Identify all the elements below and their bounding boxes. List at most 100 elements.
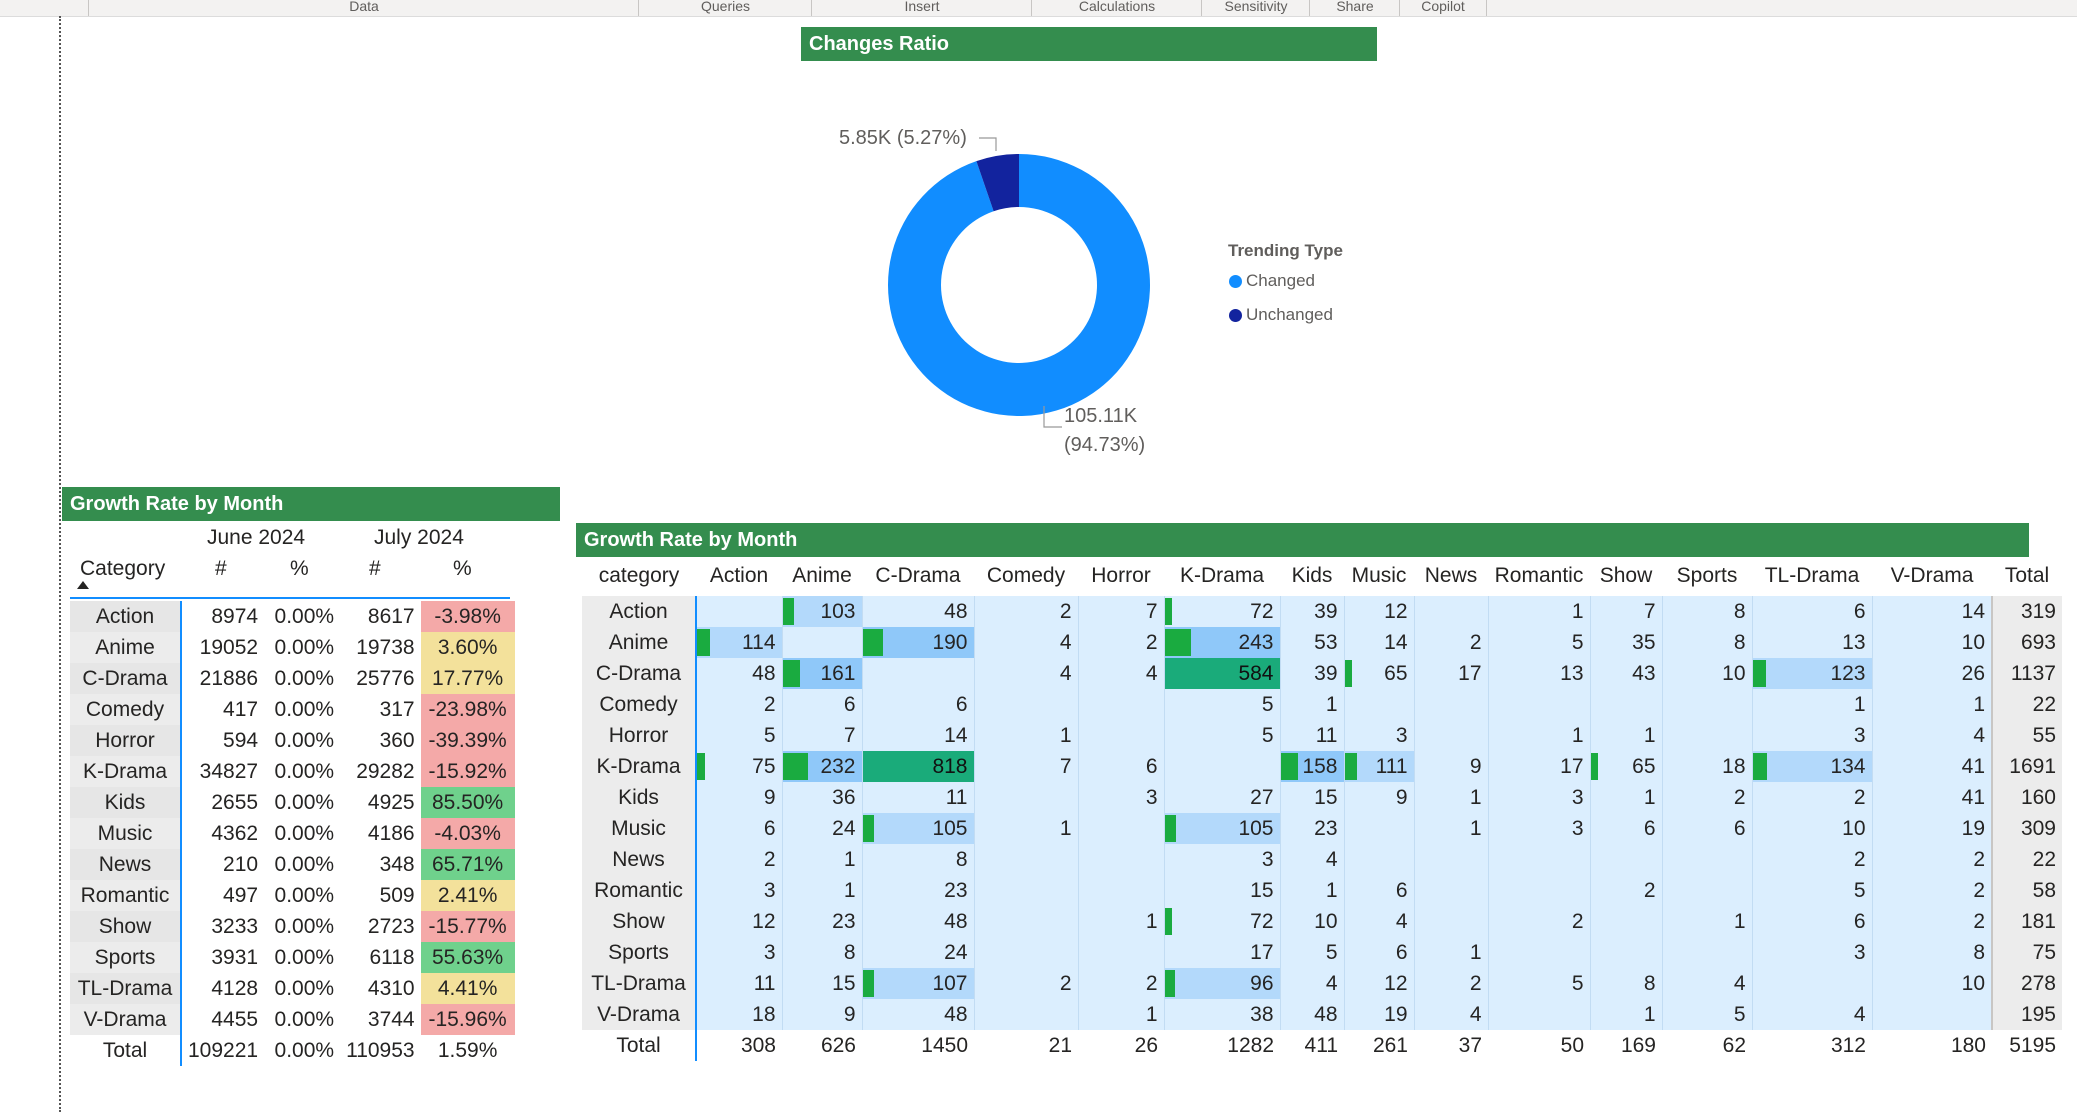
small-header-category[interactable]: Category [80, 557, 165, 581]
ribbon-group-calculations[interactable]: Calculations [1031, 0, 1202, 16]
matrix-cell-value: 4 [1395, 909, 1408, 933]
matrix-col-header[interactable]: Show [1590, 556, 1662, 596]
ribbon-group-share[interactable]: Share [1309, 0, 1400, 16]
small-table-row[interactable]: C-Drama 21886 0.00% 25776 17.77% [70, 663, 515, 694]
small-table-row[interactable]: Anime 19052 0.00% 19738 3.60% [70, 632, 515, 663]
small-table-row[interactable]: Sports 3931 0.00% 6118 55.63% [70, 942, 515, 973]
matrix-cell-value: 818 [932, 754, 968, 778]
matrix-corner-header[interactable]: category [582, 556, 696, 596]
matrix-row[interactable]: V-Drama 18 9 48 1 38 48 19 4 1 5 4 195 [582, 999, 2062, 1030]
matrix-col-header[interactable]: Romantic [1488, 556, 1590, 596]
matrix-cell: 105 [861, 813, 974, 844]
june-count: 417 [223, 697, 259, 721]
june-pct: 0.00% [274, 728, 335, 752]
matrix-cell-value: 2 [763, 692, 776, 716]
matrix-total-row[interactable]: Total 308 626 1450 21 26 1282 411 261 37 50 169 62 31… [582, 1030, 2062, 1061]
small-table-row[interactable]: TL-Drama 4128 0.00% 4310 4.41% [70, 973, 515, 1004]
small-table-row[interactable]: Horror 594 0.00% 360 -39.39% [70, 725, 515, 756]
matrix-row[interactable]: Horror 5 7 14 1 5 11 3 1 1 3 4 55 [582, 720, 2062, 751]
matrix-cell: 2 [1751, 782, 1872, 813]
matrix-col-header[interactable]: TL-Drama [1752, 556, 1872, 596]
matrix-col-header[interactable]: Action [696, 556, 782, 596]
matrix-col-header[interactable]: Sports [1662, 556, 1752, 596]
matrix-cell: 411 [1280, 1030, 1344, 1061]
matrix-cell-value: 103 [820, 599, 856, 623]
ribbon-group-queries[interactable]: Queries [638, 0, 812, 16]
matrix-cell: 232 [781, 751, 862, 782]
small-table-row[interactable]: Music 4362 0.00% 4186 -4.03% [70, 818, 515, 849]
matrix-row[interactable]: Romantic 3 1 23 15 1 6 2 5 2 58 [582, 875, 2062, 906]
july-pct: -15.77% [420, 911, 515, 942]
ribbon-group-data[interactable]: Data [88, 0, 639, 16]
small-table-row[interactable]: Comedy 417 0.00% 317 -23.98% [70, 694, 515, 725]
matrix-cell: 1 [1413, 813, 1488, 844]
small-table-row[interactable]: Show 3233 0.00% 2723 -15.77% [70, 911, 515, 942]
july-count: 29282 [356, 759, 415, 783]
matrix-row[interactable]: Action 103 48 2 7 72 39 12 1 7 8 6 14 319 [582, 596, 2062, 627]
matrix-cell-value: 243 [1238, 630, 1274, 654]
matrix-row[interactable]: Anime 114 190 4 2 243 53 14 2 5 35 8 13 10 693 [582, 627, 2062, 658]
matrix-col-header[interactable]: Horror [1078, 556, 1164, 596]
small-table-row[interactable]: Romantic 497 0.00% 509 2.41% [70, 880, 515, 911]
row-category: V-Drama [70, 1004, 182, 1035]
matrix-row[interactable]: TL-Drama 11 15 107 2 2 96 4 12 2 5 8 4 10 278 [582, 968, 2062, 999]
legend-item-changed[interactable]: Changed [1229, 271, 1315, 291]
matrix-cell [1077, 720, 1164, 751]
row-category: K-Drama [70, 756, 182, 787]
ribbon-group-sensitivity[interactable]: Sensitivity [1201, 0, 1310, 16]
matrix-cell: 3 [1487, 813, 1590, 844]
matrix-row[interactable]: Kids 9 36 11 3 27 15 9 1 3 1 2 2 41 160 [582, 782, 2062, 813]
matrix-cell: 48 [695, 658, 782, 689]
matrix-cell: 158 [1279, 751, 1344, 782]
matrix-col-header[interactable]: Kids [1280, 556, 1344, 596]
matrix-col-header[interactable]: Comedy [974, 556, 1078, 596]
matrix-row[interactable]: K-Drama 75 232 818 7 6 158 111 9 17 65 18 134 41 1691 [582, 751, 2062, 782]
matrix-col-header[interactable]: Total [1992, 556, 2062, 596]
matrix-row[interactable]: Sports 3 8 24 17 5 6 1 3 8 75 [582, 937, 2062, 968]
matrix-col-header[interactable]: C-Drama [862, 556, 974, 596]
july-count: 360 [379, 728, 415, 752]
matrix-col-header[interactable]: News [1414, 556, 1488, 596]
matrix-cell: 23 [861, 875, 974, 906]
donut-slice-changed[interactable] [888, 154, 1150, 416]
matrix-cell: 4 [1279, 968, 1344, 999]
matrix-col-header[interactable]: K-Drama [1164, 556, 1280, 596]
matrix-row[interactable]: C-Drama 48 161 4 4 584 39 65 17 13 43 10 123 26 1137 [582, 658, 2062, 689]
ribbon-group-copilot[interactable]: Copilot [1399, 0, 1487, 16]
matrix-cell: 1 [1589, 999, 1662, 1030]
matrix-cell: 2 [1751, 844, 1872, 875]
matrix-row[interactable]: Comedy 2 6 6 5 1 1 1 22 [582, 689, 2062, 720]
matrix-row-label: Music [582, 813, 697, 844]
matrix-cell-value: 5195 [2009, 1033, 2056, 1057]
small-table-row[interactable]: Action 8974 0.00% 8617 -3.98% [70, 601, 515, 632]
matrix-cell-value: 39 [1314, 661, 1338, 685]
small-table-row[interactable]: V-Drama 4455 0.00% 3744 -15.96% [70, 1004, 515, 1035]
june-count: 4455 [211, 1007, 259, 1031]
matrix-cell-value: 43 [1632, 661, 1656, 685]
matrix-cell-value: 180 [1950, 1033, 1986, 1057]
ribbon-group-insert[interactable]: Insert [811, 0, 1032, 16]
donut-chart[interactable] [880, 150, 1160, 420]
matrix-cell [1589, 906, 1662, 937]
matrix-cell: 123 [1751, 658, 1872, 689]
matrix-cell-value: 1 [1853, 692, 1866, 716]
small-table-row[interactable]: News 210 0.00% 348 65.71% [70, 849, 515, 880]
matrix-cell-value: 2 [1973, 847, 1985, 871]
small-table-row[interactable]: K-Drama 34827 0.00% 29282 -15.92% [70, 756, 515, 787]
leader-line-unchanged [979, 137, 997, 151]
matrix-cell-value: 2 [1733, 785, 1746, 809]
matrix-row[interactable]: Show 12 23 48 1 72 10 4 2 1 6 2 181 [582, 906, 2062, 937]
small-table-row[interactable]: Kids 2655 0.00% 4925 85.50% [70, 787, 515, 818]
june-pct: 0.00% [274, 790, 335, 814]
small-total-row[interactable]: Total 109221 0.00% 110953 1.59% [70, 1035, 515, 1066]
matrix-col-header[interactable]: Music [1344, 556, 1414, 596]
sort-arrow-icon[interactable] [77, 581, 89, 589]
matrix-cell-value: 6 [1853, 909, 1866, 933]
matrix-col-header[interactable]: V-Drama [1872, 556, 1992, 596]
matrix-row[interactable]: Music 6 24 105 1 105 23 1 3 6 6 10 19 309 [582, 813, 2062, 844]
matrix-cell-value: 8 [843, 940, 856, 964]
matrix-cell: 1 [1413, 937, 1488, 968]
legend-item-unchanged[interactable]: Unchanged [1229, 305, 1333, 325]
matrix-row[interactable]: News 2 1 8 3 4 2 2 22 [582, 844, 2062, 875]
matrix-col-header[interactable]: Anime [782, 556, 862, 596]
